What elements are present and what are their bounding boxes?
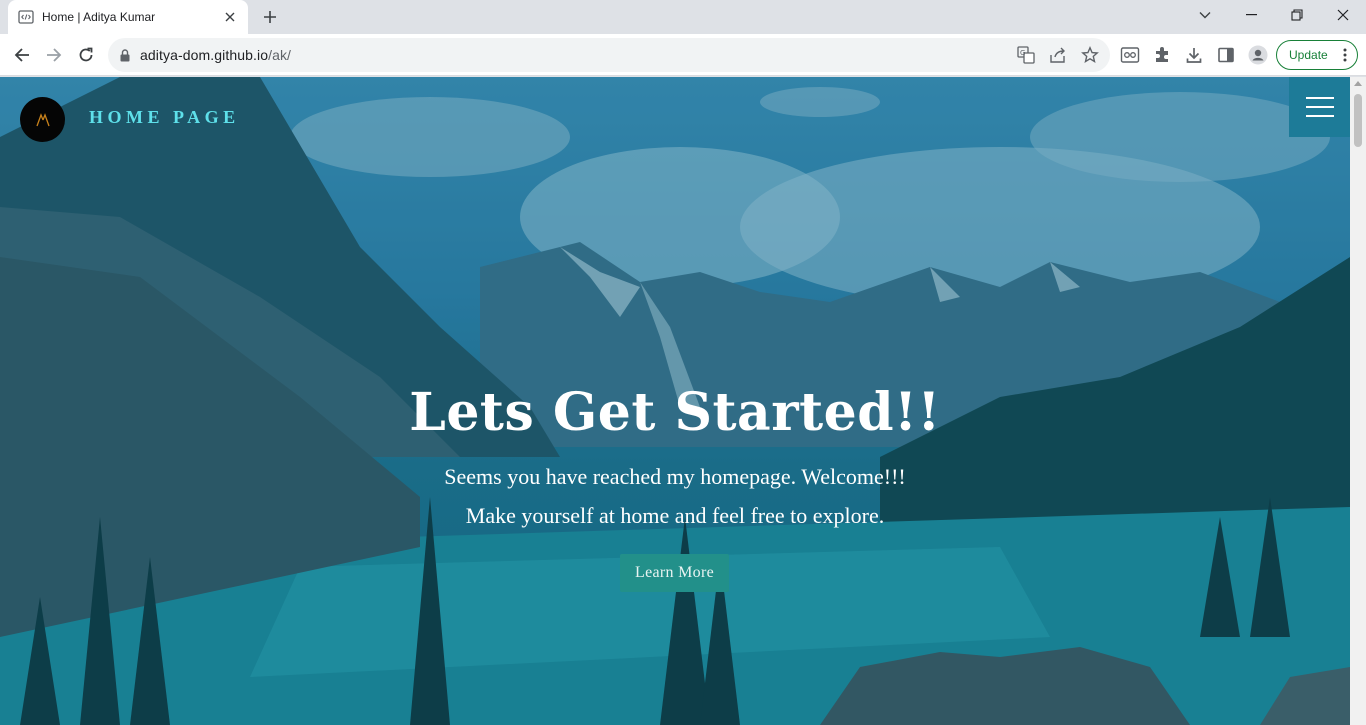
browser-toolbar: aditya-dom.github.io/ak/ G Update <box>0 34 1366 76</box>
site-logo[interactable] <box>20 97 65 142</box>
url-path: /ak/ <box>268 47 292 63</box>
tab-strip: Home | Aditya Kumar <box>0 0 1366 34</box>
learn-more-button[interactable]: Learn More <box>620 554 729 592</box>
close-tab-icon[interactable] <box>222 9 238 25</box>
code-favicon-icon <box>18 9 34 25</box>
update-button[interactable]: Update <box>1276 40 1358 70</box>
scroll-up-arrow-icon[interactable] <box>1354 81 1362 86</box>
window-close-icon[interactable] <box>1320 0 1366 30</box>
hero-subtitle-welcome: Seems you have reached my homepage. Welc… <box>444 464 906 489</box>
menu-line <box>1305 97 1334 99</box>
page-scrollbar[interactable] <box>1350 77 1366 725</box>
menu-line <box>1305 106 1334 108</box>
restore-icon[interactable] <box>1274 0 1320 30</box>
scrollbar-thumb[interactable] <box>1354 94 1362 147</box>
hero-subtitle-explore: Make yourself at home and feel free to e… <box>465 503 885 528</box>
back-arrow-icon[interactable] <box>8 41 36 69</box>
new-tab-plus-icon[interactable] <box>258 5 282 29</box>
address-bar[interactable]: aditya-dom.github.io/ak/ G <box>108 38 1110 72</box>
profile-icon[interactable] <box>1247 44 1269 66</box>
hero-headline: Lets Get Started!! <box>409 382 941 443</box>
page-viewport: HOME PAGE Lets Get Started!! Seems you h… <box>0 77 1366 725</box>
lock-icon[interactable] <box>120 48 130 62</box>
tab-title: Home | Aditya Kumar <box>42 10 156 24</box>
forward-arrow-icon[interactable] <box>40 41 68 69</box>
update-label: Update <box>1289 48 1328 62</box>
minimize-icon[interactable] <box>1228 0 1274 30</box>
translate-icon[interactable]: G <box>1016 45 1036 65</box>
hero-section: HOME PAGE Lets Get Started!! Seems you h… <box>0 77 1350 725</box>
reload-icon[interactable] <box>72 41 100 69</box>
url-host: aditya-dom.github.io <box>140 47 269 63</box>
svg-text:G: G <box>1020 49 1025 57</box>
share-icon[interactable] <box>1048 45 1068 65</box>
logo-mark-icon <box>35 112 50 126</box>
menu-line <box>1305 115 1334 117</box>
url-text: aditya-dom.github.io/ak/ <box>140 47 291 63</box>
extensions-icon[interactable] <box>1151 44 1173 66</box>
star-icon[interactable] <box>1080 45 1100 65</box>
browser-tab[interactable]: Home | Aditya Kumar <box>8 0 248 34</box>
download-icon[interactable] <box>1183 44 1205 66</box>
site-title[interactable]: HOME PAGE <box>89 107 240 128</box>
side-panel-icon[interactable] <box>1215 44 1237 66</box>
tab-search-chevron-down-icon[interactable] <box>1182 0 1228 30</box>
more-vert-icon[interactable] <box>1343 48 1347 65</box>
hamburger-menu-button[interactable] <box>1289 77 1350 137</box>
reading-list-icon[interactable] <box>1119 44 1141 66</box>
